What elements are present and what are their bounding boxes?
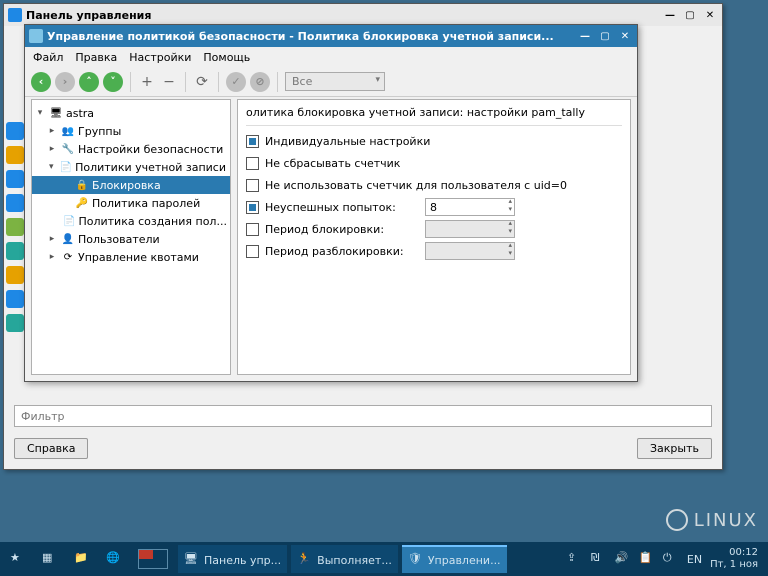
chk-failed[interactable] [246,201,259,214]
apply-icon: ✓ [226,72,246,92]
tray-usb-icon[interactable]: ⇪ [567,551,583,567]
content-pane: олитика блокировка учетной записи: настр… [237,99,631,375]
minimize-button[interactable]: — [577,29,593,43]
pager[interactable] [132,545,174,573]
os-ring-icon [666,509,688,531]
window-title-front: Управление политикой безопасности - Поли… [47,30,573,43]
keyboard-layout[interactable]: EN [687,553,702,566]
nav-up-icon[interactable]: ˄ [79,72,99,92]
menubar: Файл Правка Настройки Помощь [25,47,637,67]
window-title-back: Панель управления [26,9,658,22]
tree-lockout[interactable]: 🔒Блокировка [32,176,230,194]
app-icon [8,8,22,22]
close-button-footer[interactable]: Закрыть [637,438,712,459]
taskbar: ★ ▦ 📁 🌐 🖥Панель упр... 🏃Выполняет... 🛡Уп… [0,542,768,576]
tree-account-policies[interactable]: ▾📄Политики учетной записи [32,158,230,176]
tree-creation-policy[interactable]: 📄Политика создания пол... [32,212,230,230]
chk-no-reset[interactable] [246,157,259,170]
menu-edit[interactable]: Правка [75,51,117,64]
file-manager-launcher[interactable]: 📁 [68,545,96,573]
task-security-mgmt[interactable]: 🛡Управлени... [402,545,507,573]
key-icon: 🔑 [75,197,89,209]
close-button[interactable]: ✕ [702,8,718,22]
show-desktop[interactable]: ▦ [36,545,64,573]
remove-icon[interactable]: − [160,73,178,91]
tree-security[interactable]: ▸🔧Настройки безопасности [32,140,230,158]
content-title: олитика блокировка учетной записи: настр… [246,106,622,125]
nav-down-icon[interactable]: ˅ [103,72,123,92]
security-policy-window: Управление политикой безопасности - Поли… [24,24,638,382]
tray-network-icon[interactable]: ₪ [591,551,607,567]
shield-icon: 🛡 [408,552,424,568]
menu-file[interactable]: Файл [33,51,63,64]
chk-no-uid0[interactable] [246,179,259,192]
clock[interactable]: 00:12 Пт, 1 ноя [710,547,758,571]
globe-icon: 🌐 [106,551,122,567]
browser-launcher[interactable]: 🌐 [100,545,128,573]
task-running[interactable]: 🏃Выполняет... [291,545,398,573]
wallpaper-text: LINUX [694,510,758,531]
refresh-icon[interactable]: ⟳ [193,73,211,91]
tray-volume-icon[interactable]: 🔊 [615,551,631,567]
folder-icon: 📁 [74,551,90,567]
wrench-icon: 🔧 [61,143,75,155]
filter-combo[interactable]: Все [285,72,385,91]
doc-icon: 📄 [63,215,75,227]
desktop-icon: ▦ [42,551,58,567]
toolbar: ‹ › ˄ ˅ + − ⟳ ✓ ⊘ Все [25,67,637,97]
nav-forward-icon: › [55,72,75,92]
tree-root[interactable]: ▾🖥astra [32,104,230,122]
policy-icon: 📄 [60,161,72,173]
help-button[interactable]: Справка [14,438,88,459]
cancel-icon: ⊘ [250,72,270,92]
tray-clipboard-icon[interactable]: 📋 [639,551,655,567]
filter-input[interactable] [14,405,712,427]
lock-icon: 🔒 [75,179,89,191]
tree-password-policy[interactable]: 🔑Политика паролей [32,194,230,212]
task-control-panel[interactable]: 🖥Панель упр... [178,545,287,573]
nav-back-icon[interactable]: ‹ [31,72,51,92]
runner-icon: 🏃 [297,552,313,568]
star-icon: ★ [10,551,26,567]
maximize-button[interactable]: ▢ [682,8,698,22]
spin-failed[interactable]: 8 [425,198,515,216]
minimize-button[interactable]: — [662,8,678,22]
tree-quota[interactable]: ▸⟳Управление квотами [32,248,230,266]
chk-individual[interactable] [246,135,259,148]
maximize-button[interactable]: ▢ [597,29,613,43]
chk-unlock-period[interactable] [246,245,259,258]
spin-lock [425,220,515,238]
groups-icon: 👥 [61,125,75,137]
tree-groups[interactable]: ▸👥Группы [32,122,230,140]
menu-settings[interactable]: Настройки [129,51,191,64]
users-icon: 👤 [61,233,75,245]
spin-unlock [425,242,515,260]
tree-users[interactable]: ▸👤Пользователи [32,230,230,248]
tree-view[interactable]: ▾🖥astra ▸👥Группы ▸🔧Настройки безопасност… [31,99,231,375]
quota-icon: ⟳ [61,251,75,263]
close-button[interactable]: ✕ [617,29,633,43]
menu-help[interactable]: Помощь [203,51,250,64]
app-icon [29,29,43,43]
tray-power-icon[interactable]: ⏻ [663,551,679,567]
start-button[interactable]: ★ [4,545,32,573]
titlebar-front[interactable]: Управление политикой безопасности - Поли… [25,25,637,47]
add-icon[interactable]: + [138,73,156,91]
computer-icon: 🖥 [49,107,63,119]
chk-lock-period[interactable] [246,223,259,236]
titlebar-back[interactable]: Панель управления — ▢ ✕ [4,4,722,26]
panel-icon: 🖥 [184,552,200,568]
